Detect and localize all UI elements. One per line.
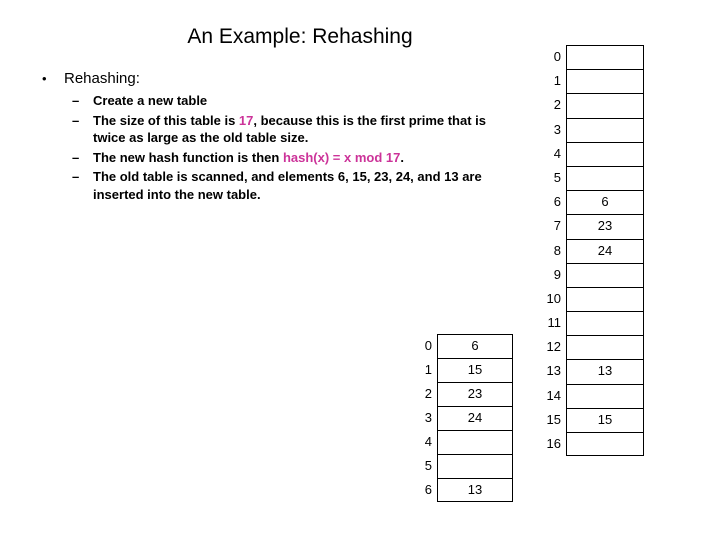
new-hash-table: 0 1 2 3 4 5 6 6 7 23 8 24 9 10 11 12 13 13 14 15 15 16 bbox=[547, 45, 644, 457]
table-cell-value: 23 bbox=[467, 386, 483, 401]
table-row-index: 8 bbox=[553, 242, 561, 258]
sub-bullet-list: – Create a new table – The size of this tab… bbox=[72, 92, 516, 203]
bullet-level2-text: The size of this table is 17, because th… bbox=[93, 112, 516, 147]
bullet-level2-item: – Create a new table bbox=[72, 92, 516, 110]
table-row-index: 12 bbox=[546, 339, 561, 355]
table-row-index: 1 bbox=[553, 73, 561, 89]
table-row: 14 bbox=[547, 383, 644, 408]
table-cell-value: 24 bbox=[467, 410, 483, 425]
slide-body: • Rehashing: – Create a new table – The siz… bbox=[36, 68, 516, 205]
table-row: 3 24 bbox=[425, 406, 513, 430]
table-cell-value: 15 bbox=[597, 411, 613, 427]
slide-canvas: An Example: Rehashing • Rehashing: – Crea… bbox=[0, 0, 720, 540]
bullet-dash-icon: – bbox=[72, 112, 80, 128]
table-row: 8 24 bbox=[554, 238, 644, 263]
table-cell-value: 6 bbox=[601, 194, 609, 210]
table-row: 2 23 bbox=[425, 382, 513, 406]
text-run: The new hash function is then bbox=[93, 149, 283, 165]
table-row-index: 2 bbox=[553, 97, 561, 113]
bullet-level1-label: Rehashing: bbox=[64, 70, 140, 87]
table-row-index: 6 bbox=[553, 194, 561, 210]
table-row: 6 13 bbox=[425, 478, 513, 502]
bullet-level2-text: The old table is scanned, and elements 6… bbox=[93, 168, 516, 203]
table-row-index: 13 bbox=[546, 363, 561, 379]
table-row: 13 13 bbox=[547, 359, 644, 384]
page-title: An Example: Rehashing bbox=[187, 25, 413, 48]
table-row-index: 5 bbox=[553, 169, 561, 185]
table-row-index: 10 bbox=[546, 290, 561, 306]
table-row-index: 7 bbox=[553, 218, 561, 234]
table-row: 9 bbox=[554, 262, 644, 287]
table-row-index: 3 bbox=[553, 121, 561, 137]
table-cell-value: 23 bbox=[597, 218, 613, 234]
table-row: 7 23 bbox=[554, 214, 644, 239]
table-row: 2 bbox=[554, 93, 644, 118]
table-row: 1 bbox=[554, 69, 644, 94]
table-row-index: 0 bbox=[424, 338, 432, 353]
table-row-index: 6 bbox=[424, 482, 432, 497]
table-row: 11 bbox=[548, 311, 644, 336]
bullet-dash-icon: – bbox=[72, 149, 80, 165]
table-row: 10 bbox=[547, 286, 644, 312]
text-run: The old table is scanned, and elements 6… bbox=[93, 169, 482, 202]
table-cell-value: 13 bbox=[597, 363, 613, 379]
bullet-dot-icon: • bbox=[42, 71, 47, 86]
table-row: 5 bbox=[554, 165, 644, 191]
table-row-index: 5 bbox=[424, 458, 432, 473]
table-row: 1 15 bbox=[425, 358, 513, 382]
table-cell-value: 15 bbox=[467, 362, 483, 377]
table-cell-value: 6 bbox=[471, 338, 479, 353]
table-row-index: 0 bbox=[553, 49, 561, 64]
text-run: The size of this table is bbox=[93, 112, 239, 128]
text-run: . bbox=[400, 149, 404, 165]
table-row-index: 9 bbox=[553, 266, 561, 282]
table-row: 06 bbox=[425, 334, 513, 358]
table-row: 12 bbox=[547, 335, 644, 360]
text-run: Create a new table bbox=[93, 93, 208, 108]
table-row: 5 bbox=[425, 454, 513, 478]
bullet-level2-text: The new hash function is then hash(x) = … bbox=[93, 149, 516, 167]
bullet-dash-icon: – bbox=[72, 169, 80, 184]
bullet-level2-item: – The size of this table is 17, because t… bbox=[72, 112, 516, 147]
table-row: 4 bbox=[425, 430, 513, 454]
table-row-index: 1 bbox=[424, 362, 432, 377]
bullet-level2-item: – The old table is scanned, and elements … bbox=[72, 168, 516, 203]
table-row-index: 15 bbox=[546, 411, 561, 427]
table-row-index: 4 bbox=[424, 434, 432, 449]
table-row-index: 14 bbox=[546, 387, 561, 403]
highlighted-term: 17 bbox=[238, 112, 254, 128]
table-row: 16 bbox=[547, 432, 644, 457]
table-row-index: 4 bbox=[553, 145, 561, 161]
table-row-index: 16 bbox=[546, 436, 561, 451]
table-cell-value: 24 bbox=[597, 242, 613, 258]
table-cell-value: 13 bbox=[467, 482, 483, 497]
bullet-level1-rehashing: • Rehashing: bbox=[36, 68, 516, 89]
bullet-level2-text: Create a new table bbox=[93, 92, 516, 110]
table-row: 15 15 bbox=[547, 407, 644, 432]
highlighted-term: hash(x) = x mod 17 bbox=[282, 149, 401, 165]
bullet-level2-item: – The new hash function is then hash(x) =… bbox=[72, 149, 516, 167]
table-row: 66 bbox=[554, 190, 644, 215]
table-row-index: 3 bbox=[424, 410, 432, 425]
old-hash-table: 0 6 1 15 2 23 3 24 4 5 6 13 bbox=[425, 334, 513, 502]
table-row: 0 bbox=[554, 45, 644, 70]
table-row-index: 2 bbox=[424, 386, 432, 401]
table-row: 3 bbox=[554, 117, 644, 142]
table-row-index: 11 bbox=[547, 315, 562, 331]
table-row: 4 bbox=[554, 141, 644, 166]
bullet-dash-icon: – bbox=[72, 93, 80, 108]
